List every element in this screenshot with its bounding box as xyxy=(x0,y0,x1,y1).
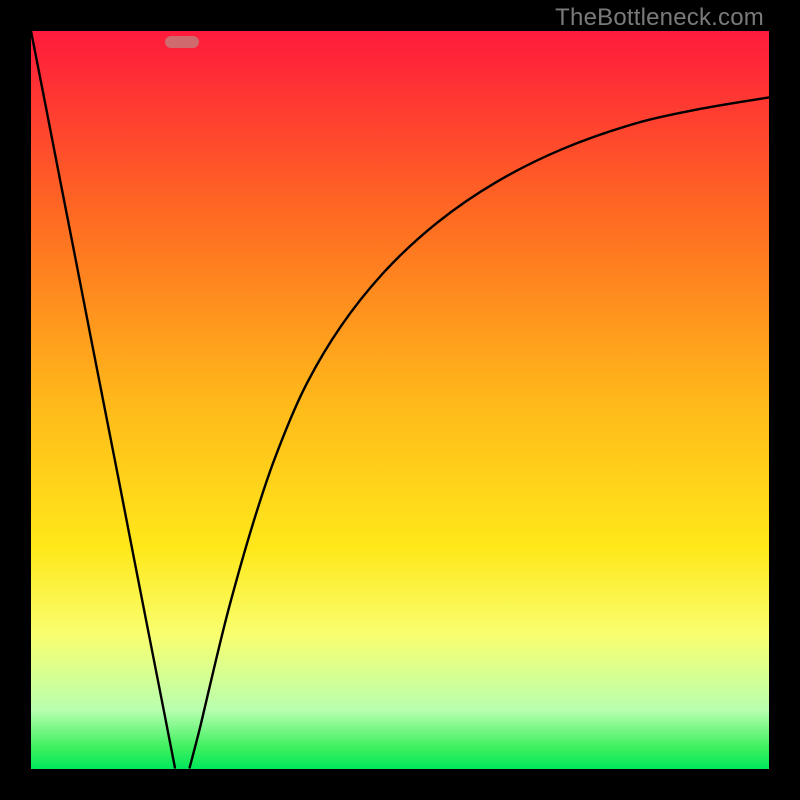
plot-frame xyxy=(31,31,769,769)
bottleneck-chart xyxy=(31,31,769,769)
watermark-text: TheBottleneck.com xyxy=(555,4,764,32)
gradient-background xyxy=(31,31,769,769)
minimum-marker xyxy=(165,36,199,48)
